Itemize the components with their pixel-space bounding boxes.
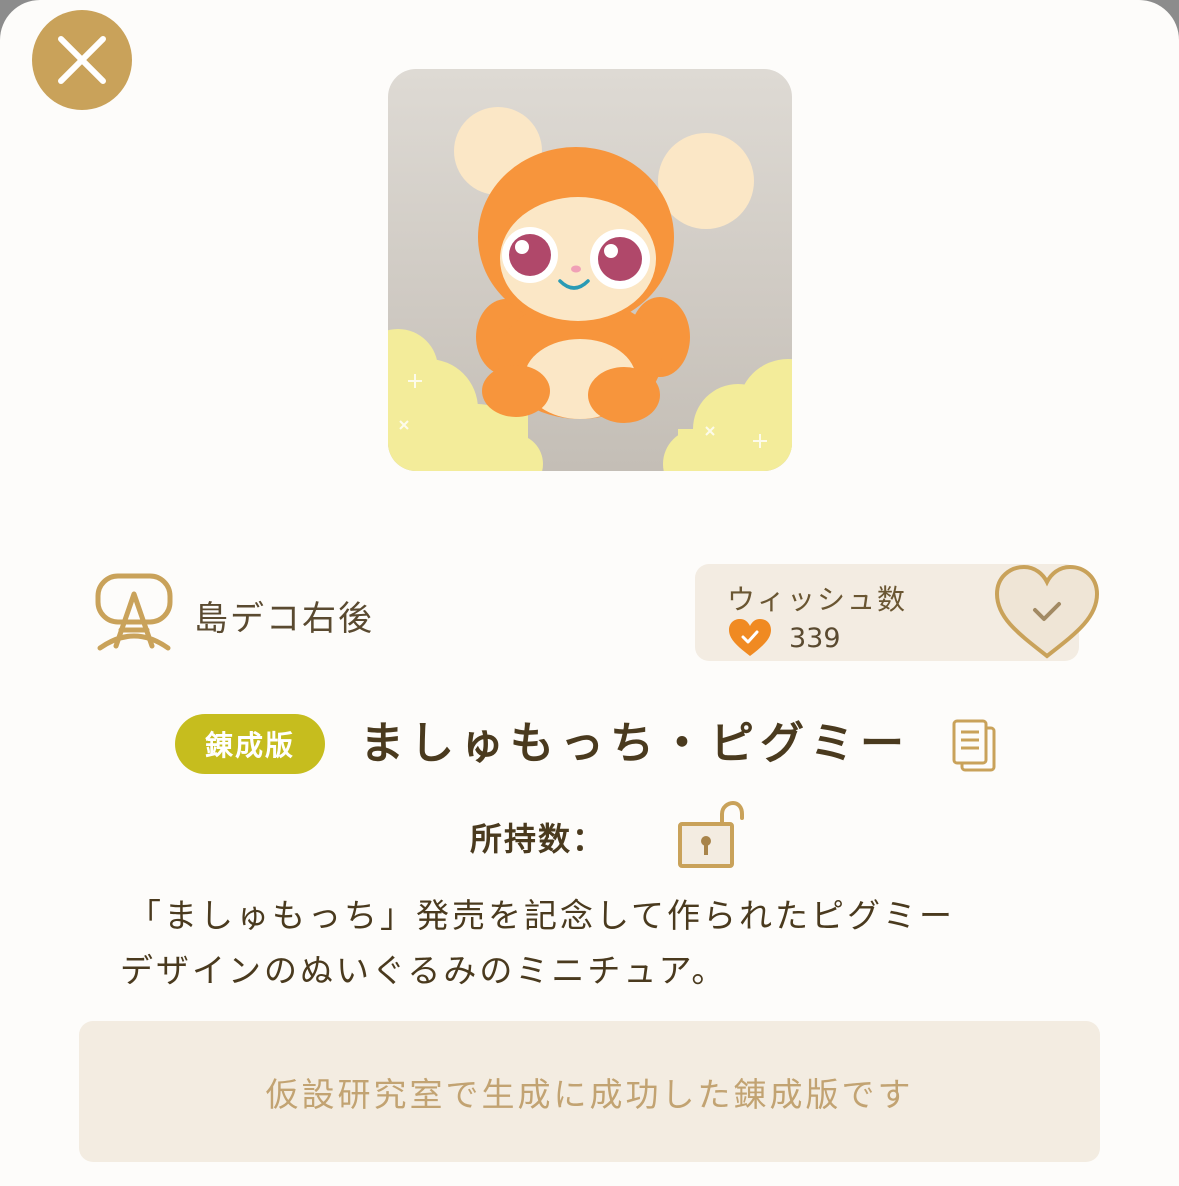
alchemy-badge: 錬成版 <box>175 714 325 774</box>
close-icon <box>58 36 106 84</box>
wish-count-row: 339 <box>727 618 841 658</box>
owner-info[interactable]: 島デコ右後 <box>94 570 374 660</box>
island-owner-icon <box>95 573 173 651</box>
unlock-icon <box>676 800 746 870</box>
item-image <box>388 69 792 471</box>
heart-check-outline-icon <box>994 564 1100 659</box>
copy-icon[interactable] <box>950 718 998 774</box>
item-description: 「ましゅもっち」発売を記念して作られたピグミー デザインのぬいぐるみのミニチュア… <box>120 888 1080 998</box>
close-button[interactable] <box>32 10 132 110</box>
owned-count-label: 所持数： <box>470 820 607 858</box>
description-line-1: 「ましゅもっち」発売を記念して作られたピグミー <box>128 896 956 935</box>
wish-button[interactable] <box>993 562 1101 662</box>
owner-name: 島デコ右後 <box>194 598 374 639</box>
description-line-2: デザインのぬいぐるみのミニチュア。 <box>120 951 728 990</box>
wish-label: ウィッシュ数 <box>727 583 908 616</box>
item-name: ましゅもっち・ピグミー <box>360 718 910 769</box>
heart-check-icon <box>729 619 771 656</box>
alchemy-notice: 仮設研究室で生成に成功した錬成版です <box>79 1021 1100 1162</box>
wish-count: 339 <box>789 622 841 654</box>
plush-illustration <box>388 107 792 471</box>
item-detail-sheet: 島デコ右後 ウィッシュ数 339 錬成版 ましゅもっち・ピグミー 所持数： 「ま… <box>0 0 1179 1186</box>
